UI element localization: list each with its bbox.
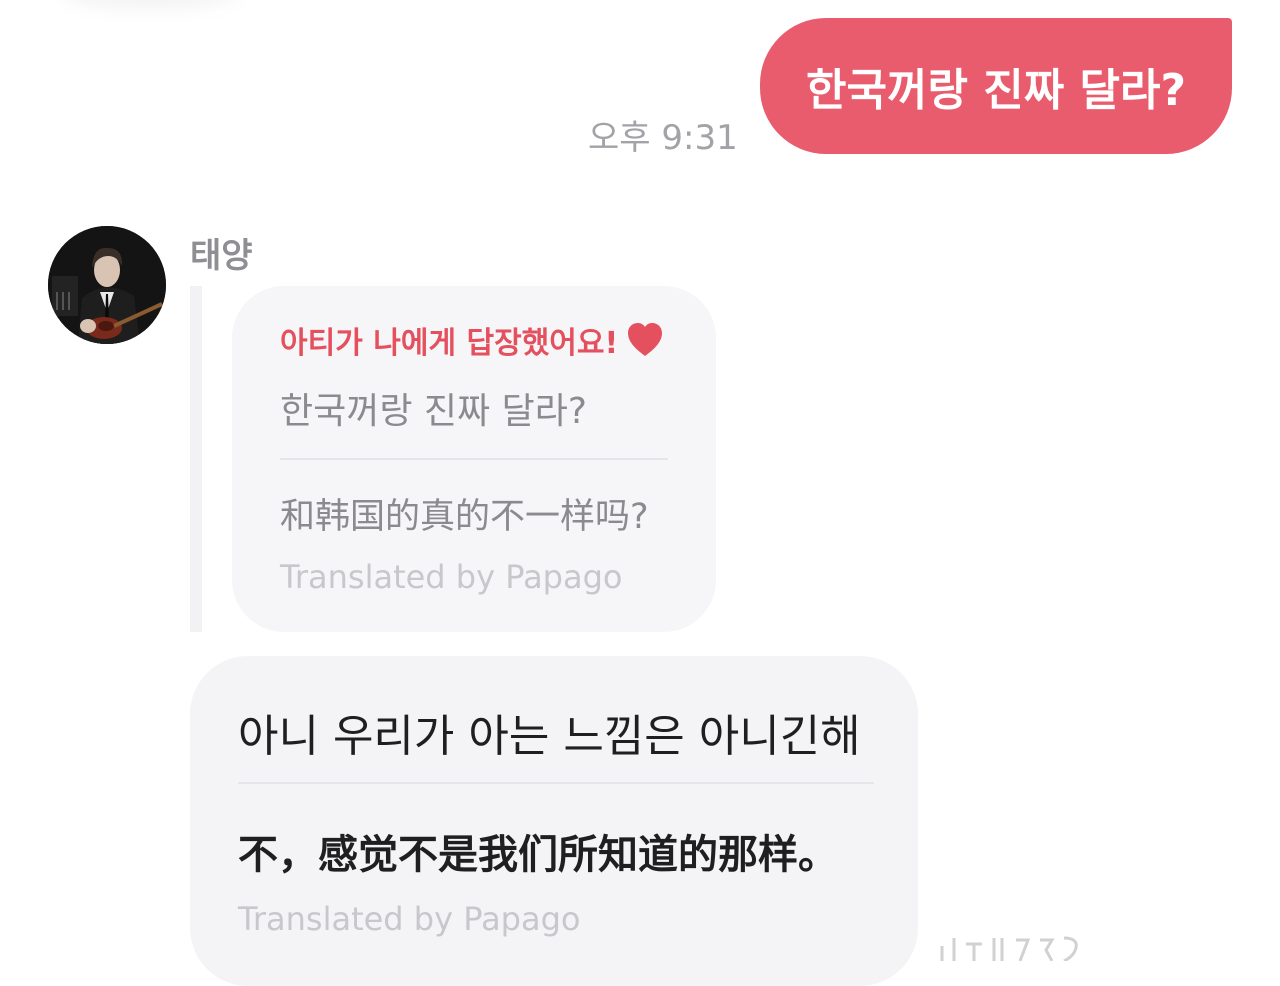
outgoing-message-bubble[interactable]: 한국꺼랑 진짜 달라? xyxy=(760,18,1232,154)
quoted-original-text: 한국꺼랑 진짜 달라? xyxy=(280,391,587,432)
reply-translation-credit: Translated by Papago xyxy=(238,900,581,938)
previous-message-edge xyxy=(60,0,240,10)
quote-header-text: 아티가 나에게 답장했어요! xyxy=(280,326,619,361)
quote-indicator-bar xyxy=(190,286,202,632)
sender-avatar[interactable] xyxy=(48,226,166,344)
message-timestamp: 오후 9:31 xyxy=(588,118,738,158)
outgoing-message-text: 한국꺼랑 진짜 달라? xyxy=(806,65,1186,116)
quote-header: 아티가 나에게 답장했어요! xyxy=(280,318,664,362)
incoming-translated-text: 不，感觉不是我们所知道的那样。 xyxy=(238,832,838,878)
quote-translation-credit: Translated by Papago xyxy=(280,558,623,596)
quoted-reply-box[interactable]: 아티가 나에게 답장했어요! 한국꺼랑 진짜 달라? 和韩国的真的不一样吗? T… xyxy=(232,286,716,632)
avatar-photo xyxy=(48,226,166,344)
sender-name: 태양 xyxy=(190,236,253,276)
incoming-original-text: 아니 우리가 아는 느낌은 아니긴해 xyxy=(238,711,861,762)
quote-divider xyxy=(280,458,668,460)
quoted-translated-text: 和韩国的真的不一样吗? xyxy=(280,497,649,537)
incoming-message-bubble[interactable]: 아니 우리가 아는 느낌은 아니긴해 不，感觉不是我们所知道的那样。 Trans… xyxy=(190,656,918,986)
heart-icon xyxy=(628,323,663,356)
watermark xyxy=(936,926,1096,961)
reply-divider xyxy=(238,782,874,784)
